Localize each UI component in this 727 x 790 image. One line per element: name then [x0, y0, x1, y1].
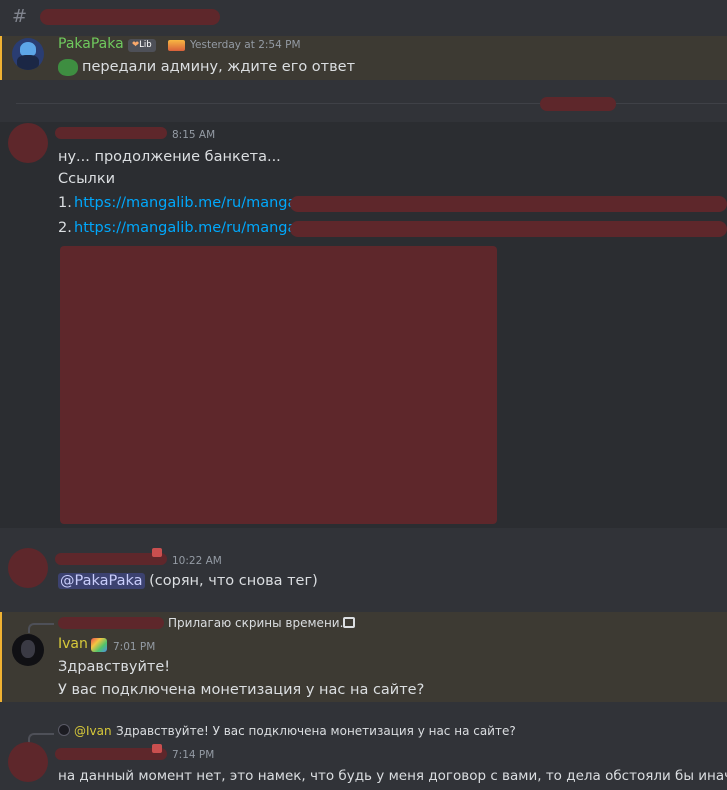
- author-name[interactable]: PakaPaka: [58, 36, 124, 52]
- timestamp: 8:15 AM: [172, 129, 216, 141]
- message-line: Ссылки: [58, 171, 115, 187]
- timestamp: 7:01 PM: [113, 641, 156, 653]
- link-2-redacted: [290, 221, 727, 237]
- mention-bar: [0, 612, 2, 702]
- role-badge: ❤Lib: [128, 39, 156, 52]
- message-text-rest: (сорян, что снова тег): [149, 573, 318, 589]
- author-name[interactable]: Ivan: [58, 636, 88, 652]
- message-text: @PakaPaka (сорян, что снова тег): [58, 573, 318, 589]
- list-number: 1.: [58, 195, 72, 211]
- timestamp: Yesterday at 2:54 PM: [190, 39, 301, 51]
- reply-avatar-icon: [58, 724, 70, 736]
- gift-emoji-icon: [152, 744, 162, 753]
- message-text: передали админу, ждите его ответ: [82, 59, 356, 75]
- message-line: Здравствуйте!: [58, 659, 171, 675]
- timestamp: 7:14 PM: [172, 749, 215, 761]
- new-messages-divider: [16, 103, 727, 104]
- pepe-emoji-icon: [58, 59, 78, 76]
- image-icon: [343, 617, 355, 628]
- gift-emoji-icon: [152, 548, 162, 557]
- manga-link-2[interactable]: https://mangalib.me/ru/manga/: [74, 220, 301, 236]
- author-name-redacted: [55, 127, 167, 139]
- badge-label: Lib: [139, 40, 152, 50]
- link-1-redacted: [290, 196, 727, 212]
- crown-emoji-icon: [168, 40, 185, 51]
- avatar[interactable]: [12, 634, 44, 666]
- message-line: У вас подключена монетизация у нас на са…: [58, 682, 425, 698]
- reply-author[interactable]: @Ivan: [74, 724, 112, 738]
- mention-bar: [0, 36, 2, 80]
- manga-link-1[interactable]: https://mangalib.me/ru/manga/: [74, 195, 301, 211]
- author-name-redacted: [55, 748, 167, 760]
- avatar[interactable]: [8, 742, 48, 782]
- avatar[interactable]: [8, 123, 48, 163]
- channel-name-redacted: [40, 9, 220, 25]
- reply-spine: [28, 623, 54, 633]
- avatar[interactable]: [12, 38, 44, 70]
- message-line: ну... продолжение банкета...: [58, 149, 281, 165]
- reply-author-redacted: [58, 617, 164, 629]
- reply-preview-text[interactable]: Прилагаю скрины времени.: [168, 616, 343, 630]
- timestamp: 10:22 AM: [172, 555, 222, 567]
- user-mention[interactable]: @PakaPaka: [58, 573, 145, 589]
- rainbow-emoji-icon: [91, 638, 107, 652]
- list-number: 2.: [58, 220, 72, 236]
- channel-hash-icon: #: [12, 6, 28, 27]
- author-name-redacted: [55, 553, 167, 565]
- avatar[interactable]: [8, 548, 48, 588]
- attachment-image-redacted[interactable]: [60, 246, 497, 524]
- message-text: на данный момент нет, это намек, что буд…: [58, 768, 727, 784]
- divider-label-redacted: [540, 97, 616, 111]
- reply-preview-text[interactable]: Здравствуйте! У вас подключена монетизац…: [116, 724, 516, 738]
